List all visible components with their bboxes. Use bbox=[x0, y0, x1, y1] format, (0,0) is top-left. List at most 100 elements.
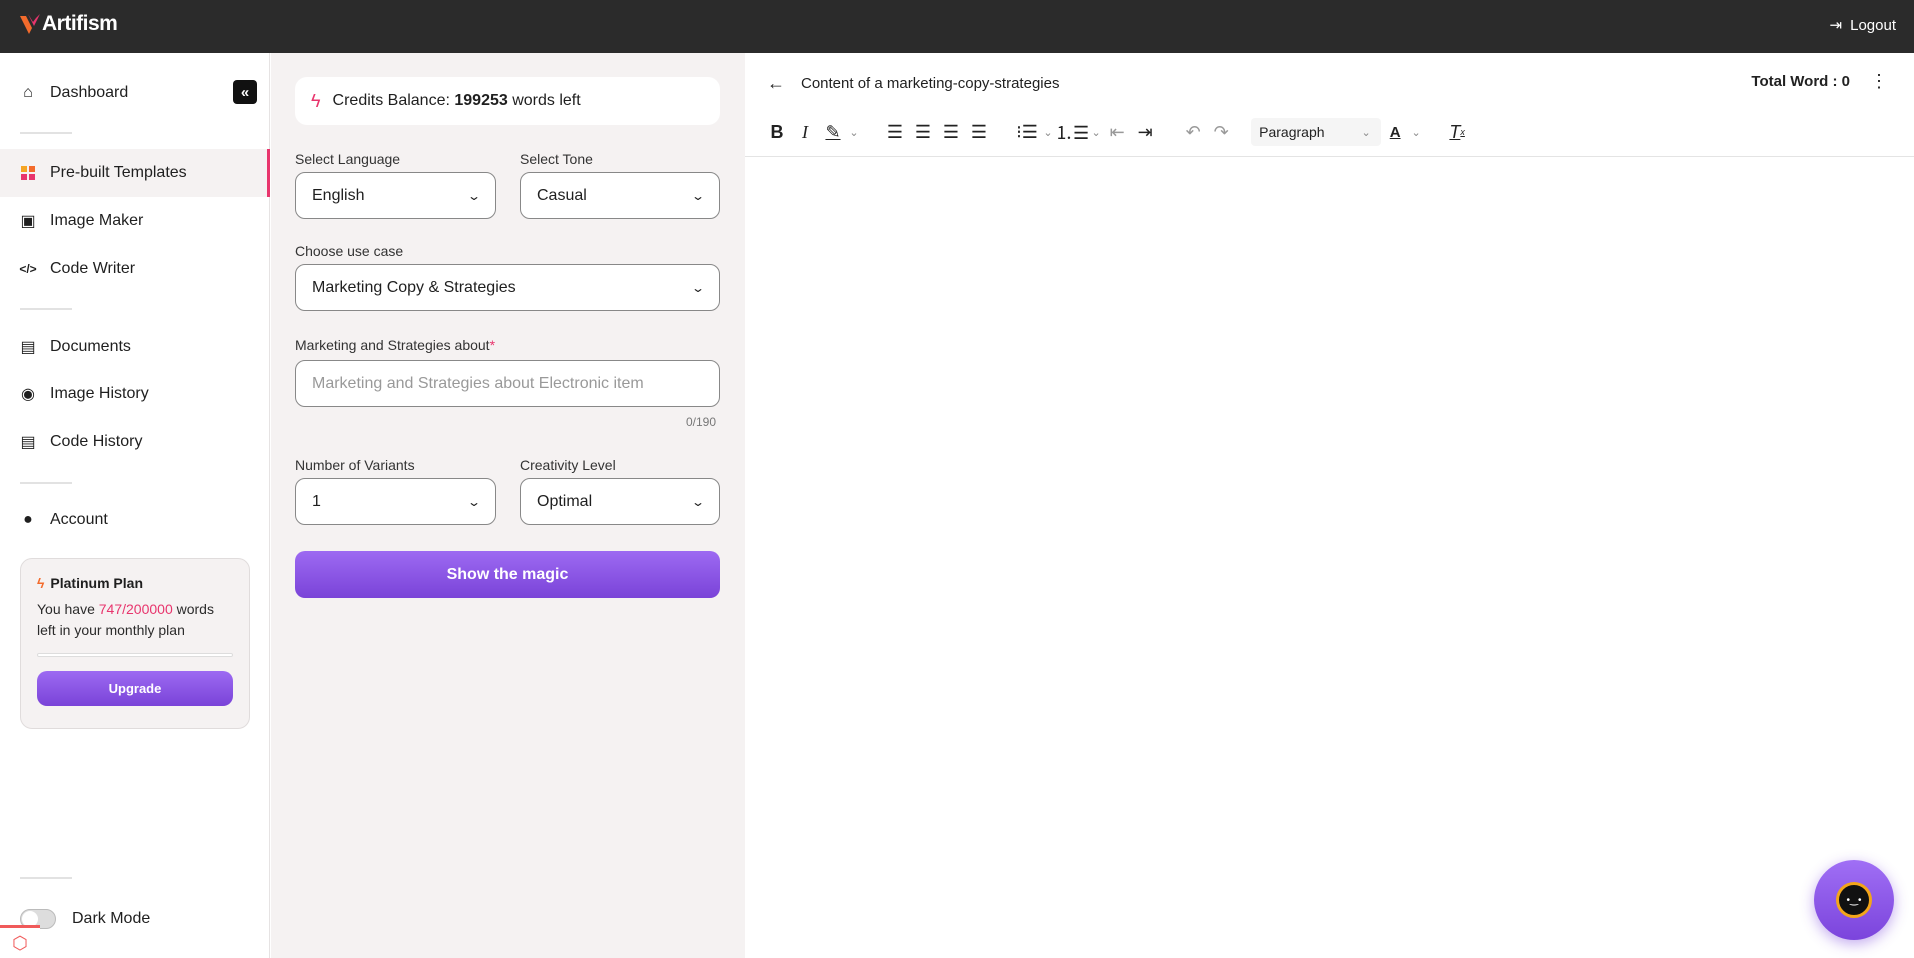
language-label: Select Language bbox=[295, 151, 401, 167]
plan-card: ϟ Platinum Plan You have 747/200000 words… bbox=[20, 558, 250, 729]
total-word-count: Total Word : 0 bbox=[1751, 73, 1850, 90]
sidebar-item-label: Code History bbox=[50, 433, 143, 450]
creativity-label: Creativity Level bbox=[520, 457, 616, 473]
about-label-text: Marketing and Strategies about bbox=[295, 337, 490, 353]
sidebar-item-label: Image History bbox=[50, 385, 149, 402]
more-options-icon[interactable]: ⋮ bbox=[1870, 71, 1888, 92]
sidebar-item-label: Account bbox=[50, 511, 108, 528]
italic-icon[interactable]: I bbox=[791, 118, 819, 146]
variants-value: 1 bbox=[312, 492, 321, 510]
align-justify-icon[interactable]: ☰ bbox=[965, 118, 993, 146]
sidebar-item-label: Image Maker bbox=[50, 212, 144, 229]
chevron-down-icon: ⌄ bbox=[690, 280, 706, 295]
plan-text: You have bbox=[37, 601, 99, 617]
sidebar-item-documents[interactable]: ▤ Documents bbox=[0, 323, 270, 371]
bot-icon: •‿• bbox=[1836, 882, 1872, 918]
sidebar-item-dashboard[interactable]: ⌂ Dashboard bbox=[0, 69, 270, 117]
language-value: English bbox=[312, 186, 365, 204]
code-icon: </> bbox=[19, 262, 37, 276]
plan-progress-bar bbox=[37, 653, 233, 657]
use-case-select[interactable]: Marketing Copy & Strategies ⌄ bbox=[295, 264, 720, 311]
creativity-value: Optimal bbox=[537, 492, 593, 510]
sidebar-item-account[interactable]: ● Account bbox=[0, 496, 270, 544]
chevron-down-icon: ⌄ bbox=[466, 188, 482, 203]
sidebar-item-code-history[interactable]: ▤ Code History bbox=[0, 418, 270, 466]
plan-usage-text: You have 747/200000 words left in your m… bbox=[37, 599, 233, 641]
collapse-sidebar-button[interactable]: « bbox=[233, 80, 257, 104]
tone-value: Casual bbox=[537, 186, 587, 204]
upgrade-button[interactable]: Upgrade bbox=[37, 671, 233, 706]
chevron-down-icon: ⌄ bbox=[466, 494, 482, 509]
home-icon: ⌂ bbox=[23, 84, 33, 101]
about-input[interactable] bbox=[295, 360, 720, 407]
required-marker: * bbox=[489, 337, 496, 353]
chevron-down-icon: ⌄ bbox=[690, 188, 706, 203]
sidebar-item-code-writer[interactable]: </> Code Writer bbox=[0, 245, 270, 293]
back-arrow-icon[interactable]: ← bbox=[767, 73, 785, 94]
chevron-down-icon: ⌄ bbox=[1361, 126, 1371, 139]
sidebar-item-pre-built-templates[interactable]: Pre-built Templates bbox=[0, 149, 270, 197]
redo-icon[interactable]: ↷ bbox=[1207, 118, 1235, 146]
align-right-icon[interactable]: ☰ bbox=[937, 118, 965, 146]
sidebar-item-label: Dashboard bbox=[50, 84, 129, 101]
chevron-down-icon[interactable]: ⌄ bbox=[1089, 118, 1103, 146]
editor-title: Content of a marketing-copy-strategies bbox=[801, 75, 1060, 92]
show-the-magic-button[interactable]: Show the magic bbox=[295, 551, 720, 598]
sidebar-item-label: Documents bbox=[50, 338, 131, 355]
bolt-icon: ϟ bbox=[311, 90, 321, 111]
sidebar-item-image-maker[interactable]: ▣ Image Maker bbox=[0, 197, 270, 245]
outdent-icon[interactable]: ⇤ bbox=[1103, 118, 1131, 146]
language-select[interactable]: English ⌄ bbox=[295, 172, 496, 219]
divider bbox=[20, 308, 72, 310]
bolt-icon: ϟ bbox=[37, 575, 45, 591]
credits-value: 199253 bbox=[454, 92, 508, 109]
align-left-icon[interactable]: ☰ bbox=[881, 118, 909, 146]
history-icon: ◉ bbox=[21, 386, 35, 403]
editor-toolbar: B I ✎ ⌄ ☰ ☰ ☰ ☰ ⁝☰ ⌄ ⒈☰ ⌄ ⇤ ⇥ ↶ ↷ Paragraph… bbox=[763, 117, 1471, 147]
logout-button[interactable]: ⇥ Logout bbox=[1830, 16, 1896, 35]
logo-icon bbox=[20, 14, 40, 34]
laravel-icon[interactable]: ⬡ bbox=[0, 925, 40, 958]
editor-content-area[interactable] bbox=[745, 157, 1914, 958]
bold-icon[interactable]: B bbox=[763, 118, 791, 146]
use-case-label: Choose use case bbox=[295, 243, 404, 259]
plan-title: Platinum Plan bbox=[50, 575, 143, 591]
chevron-down-icon: ⌄ bbox=[690, 494, 706, 509]
text-color-icon[interactable]: A bbox=[1381, 118, 1409, 146]
credits-label: Credits Balance: bbox=[332, 92, 455, 109]
bullet-list-icon[interactable]: ⁝☰ bbox=[1013, 118, 1041, 146]
tone-label: Select Tone bbox=[520, 151, 593, 167]
code-file-icon: ▤ bbox=[20, 434, 36, 451]
chevron-down-icon[interactable]: ⌄ bbox=[847, 118, 861, 146]
sidebar-item-label: Pre-built Templates bbox=[50, 164, 187, 181]
variants-select[interactable]: 1 ⌄ bbox=[295, 478, 496, 525]
tone-select[interactable]: Casual ⌄ bbox=[520, 172, 720, 219]
creativity-select[interactable]: Optimal ⌄ bbox=[520, 478, 720, 525]
block-format-value: Paragraph bbox=[1259, 124, 1325, 140]
divider bbox=[20, 877, 72, 879]
clear-formatting-icon[interactable]: Tx bbox=[1443, 118, 1471, 146]
highlight-icon[interactable]: ✎ bbox=[819, 118, 847, 146]
divider bbox=[20, 482, 72, 484]
editor-panel: ← Content of a marketing-copy-strategies… bbox=[745, 53, 1914, 958]
chat-assistant-button[interactable]: •‿• bbox=[1814, 860, 1894, 940]
image-icon: ▣ bbox=[20, 213, 36, 230]
logout-label: Logout bbox=[1850, 16, 1896, 34]
chevron-down-icon[interactable]: ⌄ bbox=[1409, 118, 1423, 146]
undo-icon[interactable]: ↶ bbox=[1179, 118, 1207, 146]
sidebar-item-image-history[interactable]: ◉ Image History bbox=[0, 370, 270, 418]
variants-label: Number of Variants bbox=[295, 457, 415, 473]
numbered-list-icon[interactable]: ⒈☰ bbox=[1055, 118, 1089, 146]
chevron-down-icon[interactable]: ⌄ bbox=[1041, 118, 1055, 146]
align-center-icon[interactable]: ☰ bbox=[909, 118, 937, 146]
divider bbox=[20, 132, 72, 134]
template-form: ϟ Credits Balance: 199253 words left Sel… bbox=[271, 53, 745, 958]
plan-usage: 747/200000 bbox=[98, 601, 173, 617]
block-format-select[interactable]: Paragraph ⌄ bbox=[1251, 118, 1382, 146]
indent-icon[interactable]: ⇥ bbox=[1131, 118, 1159, 146]
brand-logo[interactable]: Artifism bbox=[20, 12, 118, 36]
